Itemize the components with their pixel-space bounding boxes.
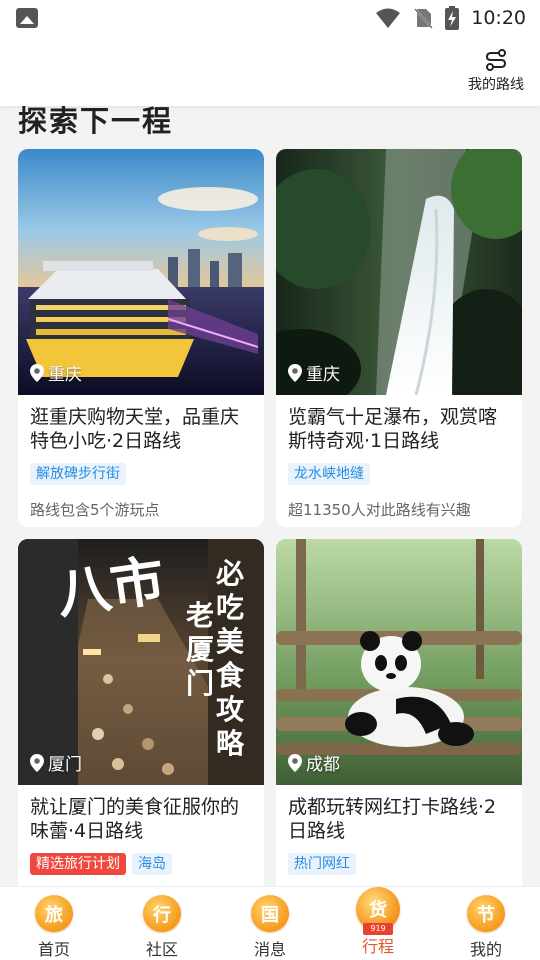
- card-location: 重庆: [288, 360, 340, 385]
- card-photo: 八市 必吃美食攻略 老厦门 厦门: [18, 539, 264, 785]
- tab-itinerary[interactable]: 货 919 行程: [324, 887, 432, 960]
- card-location-text: 厦门: [48, 755, 82, 775]
- location-pin-icon: [288, 753, 302, 772]
- card-photo: 成都: [276, 539, 522, 785]
- battery-charging-icon: [445, 6, 460, 30]
- my-route-button[interactable]: 我的路线: [468, 48, 524, 94]
- route-card[interactable]: 成都 成都玩转网红打卡路线·2日路线 热门网红: [276, 539, 522, 886]
- card-tag: 解放碑步行街: [30, 463, 126, 485]
- card-title: 就让厦门的美食征服你的味蕾·4日路线: [30, 796, 240, 842]
- tab-community[interactable]: 行 社区: [108, 887, 216, 960]
- card-tags: 龙水峡地缝: [276, 457, 522, 487]
- route-card[interactable]: 重庆 逛重庆购物天堂，品重庆特色小吃·2日路线 解放碑步行街 路线包含5个游玩点: [18, 149, 264, 527]
- wifi-icon: [376, 8, 401, 28]
- card-tags: 解放碑步行街: [18, 457, 264, 487]
- status-bar: 10:20: [0, 0, 540, 36]
- tab-home[interactable]: 旅 首页: [0, 887, 108, 960]
- route-card[interactable]: 重庆 览霸气十足瀑布，观赏喀斯特奇观·1日路线 龙水峡地缝 超11350人对此路…: [276, 149, 522, 527]
- promo-ribbon: 919: [363, 923, 393, 935]
- bottom-tab-bar: 旅 首页 行 社区 国 消息 货 919 行程 节 我的: [0, 886, 540, 960]
- route-icon: [485, 49, 507, 71]
- card-description: 超11350人对此路线有兴趣: [288, 501, 471, 519]
- card-location-text: 重庆: [306, 365, 340, 385]
- poster-vertical-text: 必吃美食攻略: [216, 557, 245, 760]
- route-card[interactable]: 八市 必吃美食攻略 老厦门 厦门 就让厦门的美食征服你的味蕾·4日路线 精选旅行…: [18, 539, 264, 886]
- card-tag: 精选旅行计划: [30, 853, 126, 875]
- home-tab-icon: 旅: [35, 895, 73, 932]
- card-tag: 热门网红: [288, 853, 356, 875]
- section-title: 探索下一程: [18, 106, 174, 138]
- no-sim-icon: [414, 8, 433, 29]
- card-description: 路线包含5个游玩点: [30, 501, 160, 519]
- content-scroll[interactable]: 探索下一程 重庆 逛重庆购物天堂，品重庆特色小吃·2日路线 解放碑步行街 路线包…: [0, 106, 540, 886]
- card-title: 览霸气十足瀑布，观赏喀斯特奇观·1日路线: [288, 406, 498, 452]
- card-tags: 精选旅行计划 海岛: [18, 847, 264, 877]
- card-title: 逛重庆购物天堂，品重庆特色小吃·2日路线: [30, 406, 240, 452]
- tab-label: 社区: [145, 940, 178, 959]
- top-header: 我的路线: [0, 36, 540, 106]
- card-title: 成都玩转网红打卡路线·2日路线: [288, 796, 497, 842]
- card-photo: 重庆: [18, 149, 264, 395]
- image-notification-icon: [16, 8, 38, 28]
- my-route-label: 我的路线: [468, 77, 524, 93]
- tab-mine[interactable]: 节 我的: [432, 887, 540, 960]
- location-pin-icon: [30, 753, 44, 772]
- location-pin-icon: [30, 363, 44, 382]
- card-location: 成都: [288, 750, 340, 775]
- card-tag: 海岛: [132, 853, 172, 875]
- tab-label: 消息: [253, 940, 286, 959]
- card-tag: 龙水峡地缝: [288, 463, 370, 485]
- tab-label: 首页: [37, 940, 70, 959]
- mine-tab-icon: 节: [467, 895, 505, 932]
- messages-tab-icon: 国: [251, 895, 289, 932]
- tab-label: 我的: [469, 940, 502, 959]
- tab-label: 行程: [361, 937, 394, 956]
- card-location: 重庆: [30, 360, 82, 385]
- poster-big-text: 八市: [52, 548, 169, 627]
- poster-vertical-text-left: 老厦门: [186, 599, 215, 700]
- clock: 10:20: [471, 7, 526, 29]
- card-location-text: 成都: [306, 755, 340, 775]
- card-tags: 热门网红: [276, 847, 522, 877]
- card-photo: 重庆: [276, 149, 522, 395]
- tab-messages[interactable]: 国 消息: [216, 887, 324, 960]
- card-location-text: 重庆: [48, 365, 82, 385]
- location-pin-icon: [288, 363, 302, 382]
- community-tab-icon: 行: [143, 895, 181, 932]
- card-location: 厦门: [30, 750, 82, 775]
